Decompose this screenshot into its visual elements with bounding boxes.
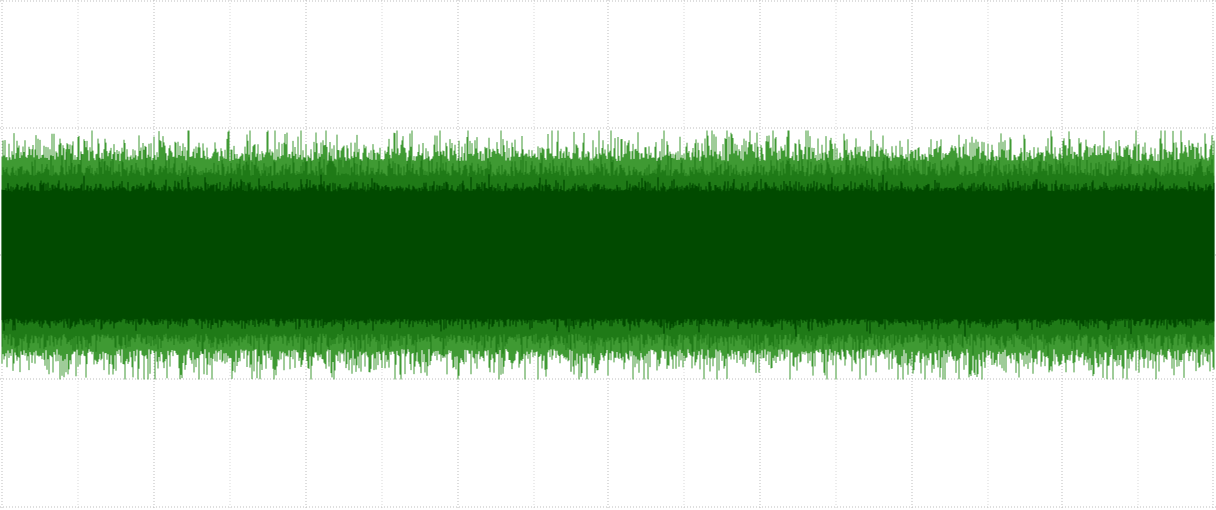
waveform-canvas[interactable] (0, 0, 1216, 510)
waveform-core-fill (2, 195, 1214, 315)
waveform-signal (1, 130, 1215, 380)
waveform-view[interactable] (0, 0, 1216, 510)
